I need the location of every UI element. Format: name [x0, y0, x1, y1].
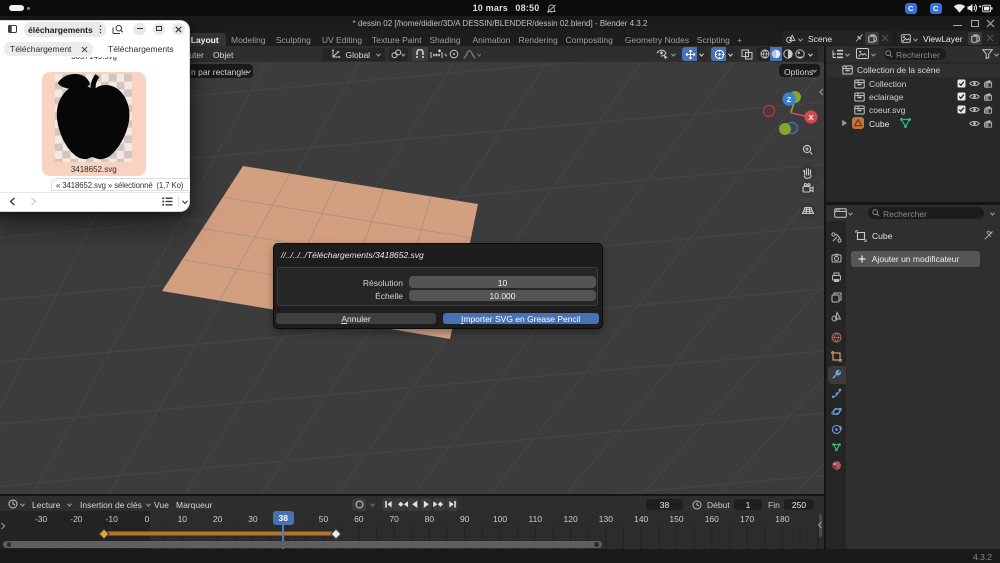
svg-text:X: X [808, 113, 813, 122]
svg-text:Z: Z [787, 95, 792, 104]
